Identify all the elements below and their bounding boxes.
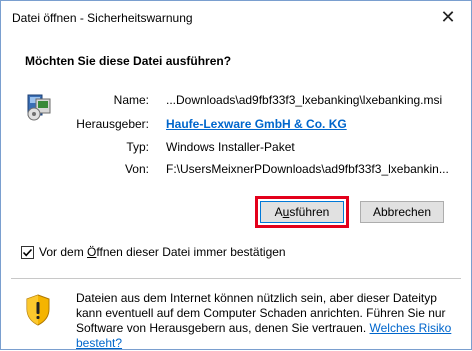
shield-warning-icon	[26, 294, 50, 326]
type-label: Typ:	[126, 140, 149, 154]
dialog-question: Möchten Sie diese Datei ausführen?	[25, 54, 232, 68]
close-icon: ✕	[440, 6, 456, 27]
run-label-a: A	[274, 205, 283, 219]
title-bar: Datei öffnen - Sicherheitswarnung ✕	[1, 1, 471, 32]
run-label-accel: u	[282, 205, 290, 219]
security-warning-dialog: Datei öffnen - Sicherheitswarnung ✕ Möch…	[0, 0, 472, 350]
type-value: Windows Installer-Paket	[166, 140, 295, 154]
close-button[interactable]: ✕	[433, 4, 463, 30]
divider	[11, 278, 461, 279]
run-button[interactable]: Au sführen	[260, 201, 344, 223]
always-confirm-row[interactable]: Vor dem Öffnen dieser Datei immer bestät…	[21, 245, 286, 259]
cancel-button[interactable]: Abbrechen	[360, 201, 444, 223]
run-label-rest: sführen	[289, 205, 330, 219]
from-value: F:\UsersMeixnerPDownloads\ad9fbf33f3_lxe…	[166, 162, 449, 176]
name-value: ...Downloads\ad9fbf33f3_lxebanking\lxeba…	[166, 93, 443, 107]
always-confirm-label: Vor dem Öffnen dieser Datei immer bestät…	[39, 245, 286, 259]
checkmark-icon	[22, 248, 33, 256]
window-title: Datei öffnen - Sicherheitswarnung	[12, 11, 193, 25]
from-label: Von:	[124, 162, 149, 176]
always-confirm-checkbox[interactable]	[21, 245, 34, 259]
publisher-link[interactable]: Haufe-Lexware GmbH & Co. KG	[166, 117, 347, 131]
name-label: Name:	[113, 93, 149, 107]
publisher-label: Herausgeber:	[76, 117, 149, 131]
warning-text: Dateien aus dem Internet können nützlich…	[76, 291, 466, 351]
